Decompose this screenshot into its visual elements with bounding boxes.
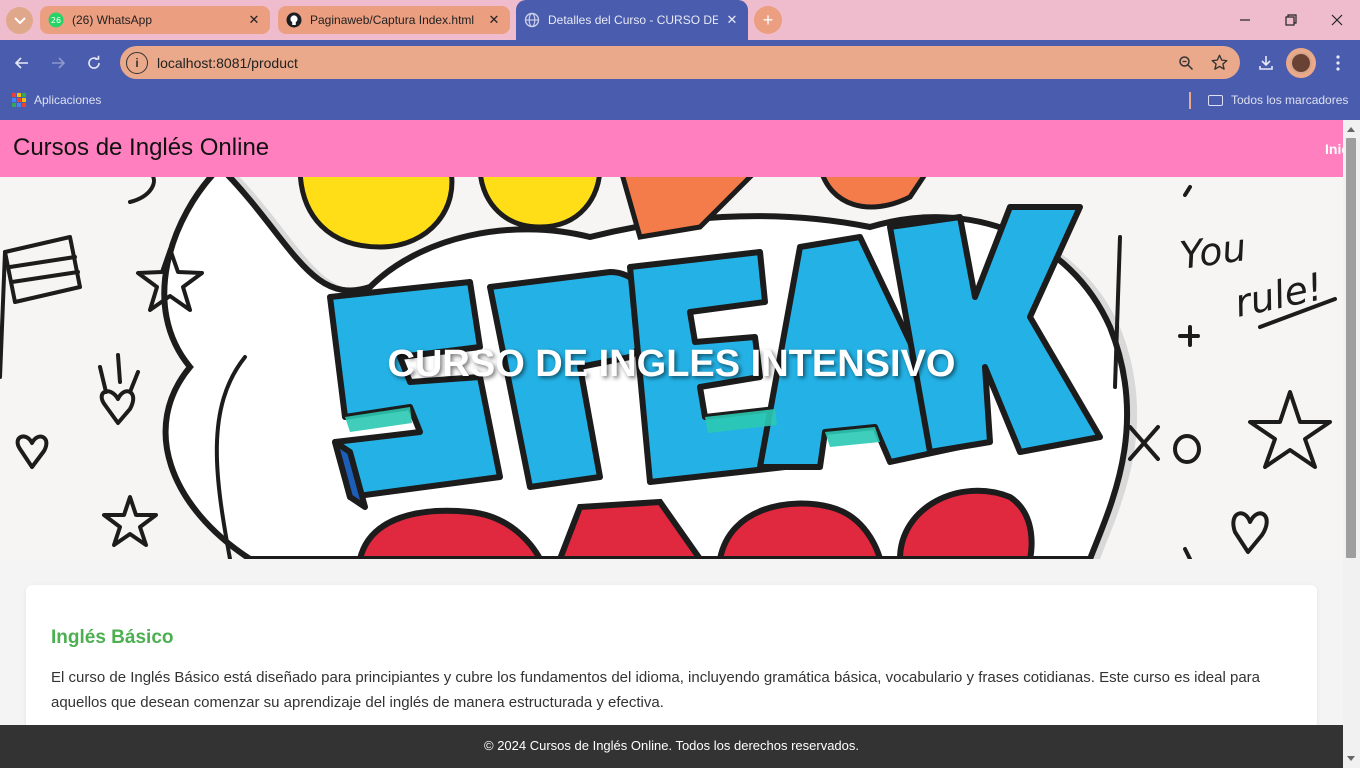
close-icon[interactable]: ✕ [724, 12, 740, 28]
zoom-icon[interactable] [1174, 51, 1198, 75]
reload-icon [88, 55, 100, 69]
close-window-button[interactable] [1326, 9, 1348, 31]
restore-icon [1285, 14, 1297, 26]
scroll-up-icon[interactable] [1347, 127, 1355, 132]
hero-banner: You rule! CURSO DE INGLES INTENSIVO [0, 177, 1343, 559]
profile-avatar[interactable] [1286, 48, 1316, 78]
reload-button[interactable] [82, 51, 106, 75]
course-description: El curso de Inglés Básico está diseñado … [51, 669, 1261, 711]
tab-strip: 26 (26) WhatsApp ✕ Paginaweb/Captura Ind… [0, 0, 1360, 40]
whatsapp-icon: 26 [48, 12, 64, 28]
close-icon[interactable]: ✕ [246, 12, 262, 28]
plus-icon: + [762, 9, 774, 30]
footer-text: © 2024 Cursos de Inglés Online. Todos lo… [484, 738, 859, 753]
hero-doodle-rule: rule! [1231, 264, 1327, 326]
forward-button[interactable] [46, 51, 70, 75]
url-text[interactable]: localhost:8081/product [157, 55, 1174, 71]
address-bar[interactable]: i localhost:8081/product [120, 46, 1240, 79]
all-bookmarks-label: Todos los marcadores [1231, 93, 1349, 107]
site-header: Cursos de Inglés Online Inic [0, 120, 1343, 177]
site-title: Cursos de Inglés Online [13, 134, 270, 161]
arrow-left-icon [14, 57, 28, 69]
tab-whatsapp[interactable]: 26 (26) WhatsApp ✕ [40, 6, 270, 34]
browser-toolbar: i localhost:8081/product [0, 40, 1360, 85]
globe-icon [524, 12, 540, 28]
menu-button[interactable] [1326, 51, 1350, 75]
tab-title: Detalles del Curso - CURSO DE [548, 13, 718, 27]
course-title: Inglés Básico [51, 627, 174, 648]
apps-bookmark[interactable]: Aplicaciones [12, 93, 101, 107]
tab-github[interactable]: Paginaweb/Captura Index.html ✕ [278, 6, 510, 34]
tab-search-button[interactable] [6, 7, 33, 34]
minimize-button[interactable] [1234, 9, 1256, 31]
back-button[interactable] [10, 51, 34, 75]
restore-button[interactable] [1280, 9, 1302, 31]
whatsapp-badge: 26 [51, 16, 61, 25]
nav-link-inicio[interactable]: Inic [1325, 141, 1343, 157]
info-icon[interactable]: i [126, 51, 148, 74]
new-tab-button[interactable]: + [754, 6, 782, 34]
scroll-down-icon[interactable] [1347, 756, 1355, 761]
tab-title: (26) WhatsApp [72, 13, 153, 27]
tab-title: Paginaweb/Captura Index.html [310, 13, 475, 27]
page-scrollbar[interactable] [1343, 120, 1360, 768]
folder-icon [1208, 94, 1223, 106]
close-icon [1331, 14, 1343, 26]
close-icon[interactable]: ✕ [486, 12, 502, 28]
all-bookmarks[interactable]: Todos los marcadores [1208, 93, 1348, 107]
github-icon [286, 12, 302, 28]
hero-doodle-you: You [1177, 225, 1249, 278]
page-viewport: Cursos de Inglés Online Inic [0, 120, 1343, 768]
arrow-right-icon [52, 57, 66, 69]
download-icon [1259, 56, 1273, 70]
download-button[interactable] [1254, 51, 1278, 75]
apps-grid-icon [12, 93, 26, 107]
bookmarks-bar: Aplicaciones Todos los marcadores [0, 85, 1360, 120]
bookmarks-divider [1189, 92, 1191, 109]
scrollbar-thumb[interactable] [1346, 138, 1356, 558]
hero-title: CURSO DE INGLES INTENSIVO [387, 343, 956, 385]
tab-course-details[interactable]: Detalles del Curso - CURSO DE ✕ [516, 0, 748, 40]
more-vertical-icon [1336, 55, 1340, 71]
apps-label: Aplicaciones [34, 93, 102, 107]
star-icon[interactable] [1207, 51, 1231, 75]
site-footer: © 2024 Cursos de Inglés Online. Todos lo… [0, 725, 1343, 768]
avatar-photo [1290, 52, 1312, 74]
chevron-down-icon [13, 16, 26, 24]
minimize-icon [1240, 19, 1250, 21]
